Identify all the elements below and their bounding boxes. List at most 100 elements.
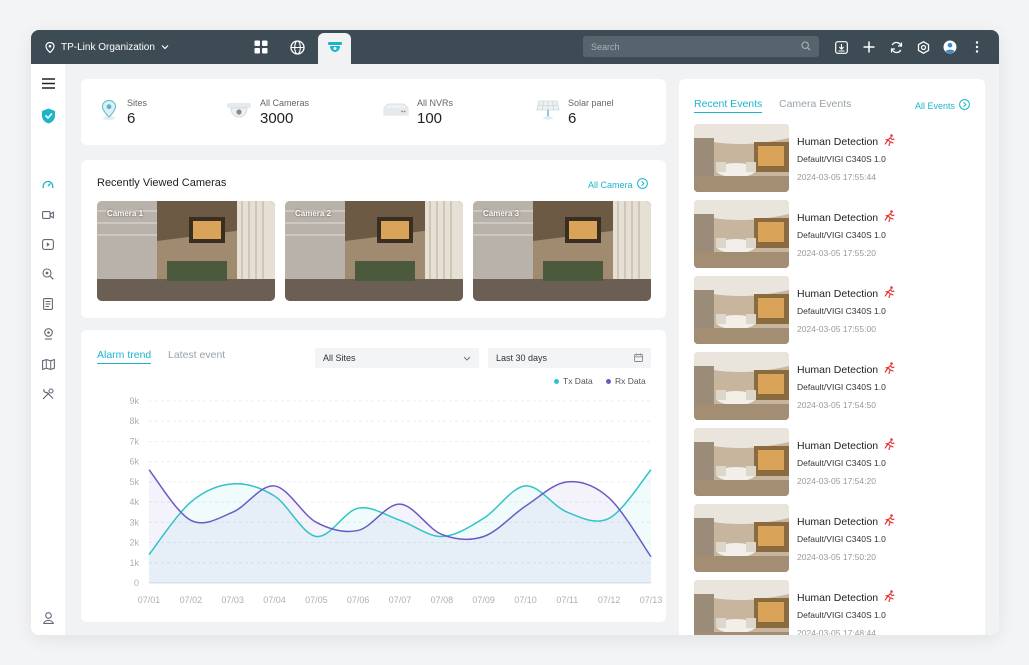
event-device: Default/VIGI C340S 1.0 (797, 306, 886, 316)
event-title-text: Human Detection (797, 591, 879, 604)
top-bar: TP-Link Organization Search (31, 30, 999, 64)
y-tick-label: 6k (129, 457, 139, 467)
solar-panel-icon (536, 99, 560, 126)
y-tick-label: 4k (129, 497, 139, 507)
y-tick-label: 7k (129, 436, 139, 446)
alarm-trend-card: Alarm trend Latest event All Sites Last … (81, 330, 666, 622)
avatar[interactable] (939, 30, 961, 64)
stat-cameras[interactable]: All Cameras 3000 (226, 79, 309, 145)
event-item[interactable]: Human Detection Default/VIGI C340S 1.0 2… (694, 124, 974, 192)
location-icon[interactable] (38, 324, 58, 344)
running-person-icon (884, 438, 895, 453)
search-event-icon[interactable] (38, 264, 58, 284)
download-icon[interactable] (830, 30, 852, 64)
nvr-icon (383, 102, 409, 123)
stat-label: Solar panel (568, 97, 614, 108)
stat-nvrs[interactable]: All NVRs 100 (383, 79, 453, 145)
event-item[interactable]: Human Detection Default/VIGI C340S 1.0 2… (694, 352, 974, 420)
running-person-icon (884, 286, 895, 301)
camera-tile[interactable]: Camera 2 (285, 201, 463, 301)
event-title: Human Detection (797, 134, 895, 149)
event-item[interactable]: Human Detection Default/VIGI C340S 1.0 2… (694, 200, 974, 268)
event-time: 2024-03-05 17:55:44 (797, 172, 876, 182)
stat-sites[interactable]: Sites 6 (99, 79, 147, 145)
all-camera-label: All Camera (588, 179, 633, 190)
camera-tile[interactable]: Camera 1 (97, 201, 275, 301)
event-item[interactable]: Human Detection Default/VIGI C340S 1.0 2… (694, 580, 974, 635)
refresh-icon[interactable] (885, 30, 907, 64)
stat-label: All Cameras (260, 97, 310, 108)
recent-cameras-title: Recently Viewed Cameras (97, 177, 227, 189)
all-events-link[interactable]: All Events (915, 99, 970, 112)
y-tick-label: 5k (129, 477, 139, 487)
event-title-text: Human Detection (797, 439, 879, 452)
dashboard-icon[interactable] (38, 175, 58, 195)
tab-recent-events[interactable]: Recent Events (694, 98, 763, 113)
event-title: Human Detection (797, 514, 895, 529)
video-camera-icon[interactable] (38, 205, 58, 225)
alarm-trend-chart: 0 1k 2k 3k 4k 5k 6k 7k 8k 9k 07/01 07/02 07/03 07/04 0… (129, 396, 663, 605)
camera-name: Camera 3 (483, 209, 520, 218)
event-time: 2024-03-05 17:54:50 (797, 400, 876, 410)
date-range-select[interactable]: Last 30 days (488, 348, 651, 368)
event-title: Human Detection (797, 438, 895, 453)
tab-latest-event[interactable]: Latest event (168, 349, 225, 361)
tools-icon[interactable] (38, 384, 58, 404)
location-pin-icon (45, 41, 55, 53)
menu-icon[interactable] (38, 73, 58, 93)
event-title: Human Detection (797, 286, 895, 301)
search-input[interactable]: Search (583, 36, 819, 57)
stat-label: All NVRs (417, 97, 454, 108)
event-title-text: Human Detection (797, 135, 879, 148)
camera-tile[interactable]: Camera 3 (473, 201, 651, 301)
playback-icon[interactable] (38, 234, 58, 254)
search-icon (801, 40, 811, 53)
event-thumbnail (694, 504, 789, 572)
legend-rx-swatch (606, 378, 611, 384)
y-tick-label: 9k (129, 396, 139, 406)
event-item[interactable]: Human Detection Default/VIGI C340S 1.0 2… (694, 504, 974, 572)
tab-camera-events[interactable]: Camera Events (779, 98, 851, 110)
y-tick-label: 1k (129, 558, 139, 568)
running-person-icon (884, 590, 895, 605)
account-user-icon[interactable] (38, 608, 58, 628)
event-thumbnail (694, 124, 789, 192)
org-selector[interactable]: TP-Link Organization (45, 30, 169, 64)
event-time: 2024-03-05 17:48:44 (797, 628, 876, 635)
x-tick-label: 07/05 (305, 595, 328, 605)
event-thumbnail (694, 200, 789, 268)
settings-icon[interactable] (912, 30, 934, 64)
event-item[interactable]: Human Detection Default/VIGI C340S 1.0 2… (694, 276, 974, 344)
globe-icon[interactable] (281, 30, 313, 64)
x-tick-label: 07/12 (598, 595, 621, 605)
map-icon[interactable] (38, 354, 58, 374)
stats-card: Sites 6 All Cameras 3000 All NVRs 100 So… (81, 79, 666, 145)
stat-label: Sites (127, 97, 148, 108)
apps-grid-icon[interactable] (245, 30, 277, 64)
y-tick-label: 2k (129, 538, 139, 548)
recent-cameras-card: Recently Viewed Cameras All Camera Camer… (81, 160, 666, 318)
event-title-text: Human Detection (797, 363, 879, 376)
tab-alarm-trend[interactable]: Alarm trend (97, 349, 152, 364)
date-range-value: Last 30 days (496, 353, 548, 363)
site-pin-icon (99, 99, 119, 126)
stat-solar[interactable]: Solar panel 6 (536, 79, 614, 145)
event-time: 2024-03-05 17:54:20 (797, 476, 876, 486)
surveillance-nav-tab[interactable] (318, 33, 351, 64)
app-window: TP-Link Organization Search Sites 6 All … (31, 30, 999, 635)
camera-dome-icon (327, 40, 343, 58)
event-item[interactable]: Human Detection Default/VIGI C340S 1.0 2… (694, 428, 974, 496)
all-events-label: All Events (915, 100, 956, 111)
site-select[interactable]: All Sites (315, 348, 479, 368)
more-vertical-icon[interactable] (966, 30, 988, 64)
add-icon[interactable] (858, 30, 880, 64)
document-icon[interactable] (38, 294, 58, 314)
y-tick-label: 8k (129, 416, 139, 426)
event-title: Human Detection (797, 362, 895, 377)
x-tick-label: 07/13 (640, 595, 663, 605)
sidebar (31, 64, 65, 635)
arrow-circle-right-icon (959, 99, 970, 112)
running-person-icon (884, 210, 895, 225)
search-placeholder: Search (591, 41, 620, 52)
all-camera-link[interactable]: All Camera (588, 178, 648, 191)
